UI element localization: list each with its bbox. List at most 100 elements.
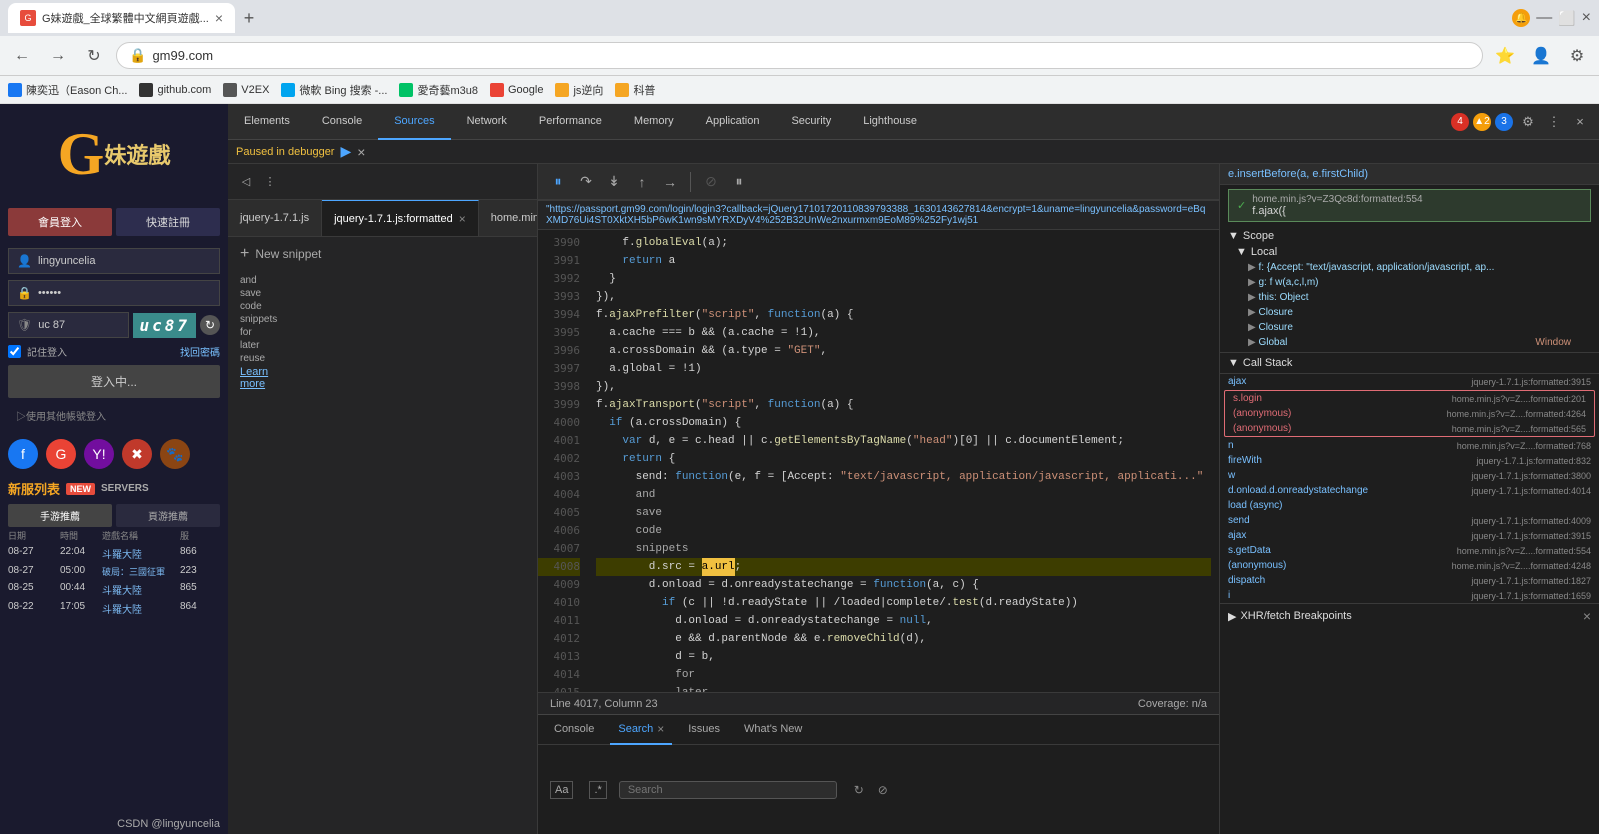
forgot-password-link[interactable]: 找回密碼 xyxy=(180,344,220,359)
new-snippet-button[interactable]: + New snippet xyxy=(228,237,537,271)
step-button[interactable]: → xyxy=(658,170,682,194)
aa-button[interactable]: Aa xyxy=(550,781,573,799)
step-into-button[interactable]: ↡ xyxy=(602,170,626,194)
step-out-button[interactable]: ↑ xyxy=(630,170,654,194)
settings-icon[interactable]: ⚙ xyxy=(1517,111,1539,133)
captcha-input[interactable]: 🛡 uc 87 xyxy=(8,312,129,338)
call-item[interactable]: (anonymous) home.min.js?v=Z....formatted… xyxy=(1220,558,1599,573)
bookmark-eason[interactable]: 陳奕迅（Eason Ch... xyxy=(8,82,127,98)
tab-close-button[interactable]: × xyxy=(215,10,223,26)
other-login[interactable]: ▷使用其他帳號登入 xyxy=(8,404,220,427)
tab-network[interactable]: Network xyxy=(451,104,523,140)
login-submit-button[interactable]: 登入中... xyxy=(8,365,220,398)
learn-more-link[interactable]: Learn more xyxy=(240,366,525,390)
remember-checkbox[interactable] xyxy=(8,345,21,358)
password-input[interactable]: 🔒 •••••• xyxy=(8,280,220,306)
scope-header[interactable]: ▼ Scope xyxy=(1228,228,1591,244)
tab-sources[interactable]: Sources xyxy=(378,104,450,140)
forward-button[interactable]: → xyxy=(44,42,72,70)
login-button[interactable]: 會員登入 xyxy=(8,208,112,236)
more-icon[interactable]: ⋮ xyxy=(1543,111,1565,133)
extra-login-button2[interactable]: 🐾 xyxy=(160,439,190,469)
game-link[interactable]: 斗羅大陸 xyxy=(102,601,178,616)
tab-elements[interactable]: Elements xyxy=(228,104,306,140)
maximize-button[interactable]: ⬜ xyxy=(1558,10,1575,27)
register-button[interactable]: 快速註冊 xyxy=(116,208,220,236)
step-over-button[interactable]: ↷ xyxy=(574,170,598,194)
web-game-tab[interactable]: 頁游推薦 xyxy=(116,504,220,527)
bookmark-v2ex[interactable]: V2EX xyxy=(223,83,269,97)
bookmark-github[interactable]: github.com xyxy=(139,83,211,97)
xhr-close-icon[interactable]: × xyxy=(1583,608,1591,624)
username-input[interactable]: 👤 lingyuncelia xyxy=(8,248,220,274)
call-item[interactable]: w jquery-1.7.1.js:formatted:3800 xyxy=(1220,468,1599,483)
tab-lighthouse[interactable]: Lighthouse xyxy=(847,104,933,140)
call-item[interactable]: i jquery-1.7.1.js:formatted:1659 xyxy=(1220,588,1599,603)
regex-button[interactable]: .* xyxy=(589,781,606,799)
bookmark-iqiyi[interactable]: 愛奇藝m3u8 xyxy=(399,82,478,98)
call-item[interactable]: fireWith jquery-1.7.1.js:formatted:832 xyxy=(1220,453,1599,468)
facebook-login-button[interactable]: f xyxy=(8,439,38,469)
code-editor[interactable]: f.globalEval(a); return a } }), f.ajaxPr… xyxy=(588,230,1219,692)
bookmark-google[interactable]: Google xyxy=(490,83,543,97)
resume-button[interactable]: ▶ xyxy=(340,143,351,160)
tab-performance[interactable]: Performance xyxy=(523,104,618,140)
captcha-refresh-button[interactable]: ↻ xyxy=(200,315,220,335)
call-item[interactable]: ajax jquery-1.7.1.js:formatted:3915 xyxy=(1220,528,1599,543)
new-tab-button[interactable]: + xyxy=(235,4,263,32)
sidebar-back-icon[interactable]: ◁ xyxy=(236,172,256,192)
call-item[interactable]: s.getData home.min.js?v=Z....formatted:5… xyxy=(1220,543,1599,558)
address-bar[interactable]: 🔒 gm99.com xyxy=(116,42,1483,69)
pause-on-exceptions-button[interactable]: ⏸ xyxy=(727,170,751,194)
call-item[interactable]: ajax jquery-1.7.1.js:formatted:3915 xyxy=(1220,374,1599,389)
game-link[interactable]: 破局：三國征軍 xyxy=(102,565,178,578)
refresh-button[interactable]: ↻ xyxy=(80,42,108,70)
file-tab-home[interactable]: home.min.js?v=Z3Qc8d × xyxy=(479,200,537,236)
minimize-button[interactable]: — xyxy=(1536,9,1552,27)
close-paused-button[interactable]: × xyxy=(357,144,365,160)
extensions-button[interactable]: ⭐ xyxy=(1491,42,1519,70)
bottom-tab-search[interactable]: Search × xyxy=(610,715,672,745)
call-stack-header-row[interactable]: ▼ Call Stack xyxy=(1220,353,1599,374)
call-item[interactable]: send jquery-1.7.1.js:formatted:4009 xyxy=(1220,513,1599,528)
call-item[interactable]: s.login home.min.js?v=Z....formatted:201 xyxy=(1225,391,1594,406)
clear-search-icon[interactable]: ⊘ xyxy=(873,780,893,800)
search-input[interactable] xyxy=(628,784,828,796)
bookmark-bing[interactable]: 微軟 Bing 搜索 -... xyxy=(281,82,387,98)
bookmark-jsreverse[interactable]: js逆向 xyxy=(555,82,603,98)
profile-button[interactable]: 👤 xyxy=(1527,42,1555,70)
close-devtools-icon[interactable]: × xyxy=(1569,111,1591,133)
game-link[interactable]: 斗羅大陸 xyxy=(102,582,178,597)
xhr-breakpoints-header[interactable]: ▶ XHR/fetch Breakpoints × xyxy=(1220,603,1599,628)
settings-button[interactable]: ⚙ xyxy=(1563,42,1591,70)
bottom-tab-issues[interactable]: Issues xyxy=(680,715,728,745)
bottom-tab-whatsnew[interactable]: What's New xyxy=(736,715,810,745)
call-item[interactable]: (anonymous) home.min.js?v=Z....formatted… xyxy=(1225,421,1594,436)
back-button[interactable]: ← xyxy=(8,42,36,70)
call-item[interactable]: n home.min.js?v=Z....formatted:768 xyxy=(1220,438,1599,453)
resume-debug-button[interactable]: ⏸ xyxy=(546,170,570,194)
file-tab-jquery[interactable]: jquery-1.7.1.js xyxy=(228,200,322,236)
code-content[interactable]: 3990399139923993 3994399539963997 399839… xyxy=(538,230,1219,692)
game-link[interactable]: 斗羅大陸 xyxy=(102,546,178,561)
search-tab-close[interactable]: × xyxy=(657,722,664,736)
call-item[interactable]: (anonymous) home.min.js?v=Z....formatted… xyxy=(1225,406,1594,421)
tab-console[interactable]: Console xyxy=(306,104,378,140)
scope-local-header[interactable]: ▼ Local xyxy=(1228,244,1591,260)
file-tab-close[interactable]: × xyxy=(459,212,466,226)
hand-game-tab[interactable]: 手游推薦 xyxy=(8,504,112,527)
google-login-button[interactable]: G xyxy=(46,439,76,469)
bottom-tab-console[interactable]: Console xyxy=(546,715,602,745)
close-window-button[interactable]: × xyxy=(1582,9,1591,27)
browser-tab-active[interactable]: G G妹遊戲_全球繁體中文網頁遊戲... × xyxy=(8,3,235,33)
tab-security[interactable]: Security xyxy=(775,104,847,140)
call-item[interactable]: dispatch jquery-1.7.1.js:formatted:1827 xyxy=(1220,573,1599,588)
extra-login-button[interactable]: ✖ xyxy=(122,439,152,469)
file-tab-jquery-formatted[interactable]: jquery-1.7.1.js:formatted × xyxy=(322,200,479,236)
bookmark-kepu[interactable]: 科普 xyxy=(615,82,655,98)
disable-breakpoints-button[interactable]: ⊘ xyxy=(699,170,723,194)
yahoo-login-button[interactable]: Y! xyxy=(84,439,114,469)
tab-memory[interactable]: Memory xyxy=(618,104,690,140)
refresh-search-icon[interactable]: ↻ xyxy=(849,780,869,800)
call-item[interactable]: d.onload.d.onreadystatechange jquery-1.7… xyxy=(1220,483,1599,498)
